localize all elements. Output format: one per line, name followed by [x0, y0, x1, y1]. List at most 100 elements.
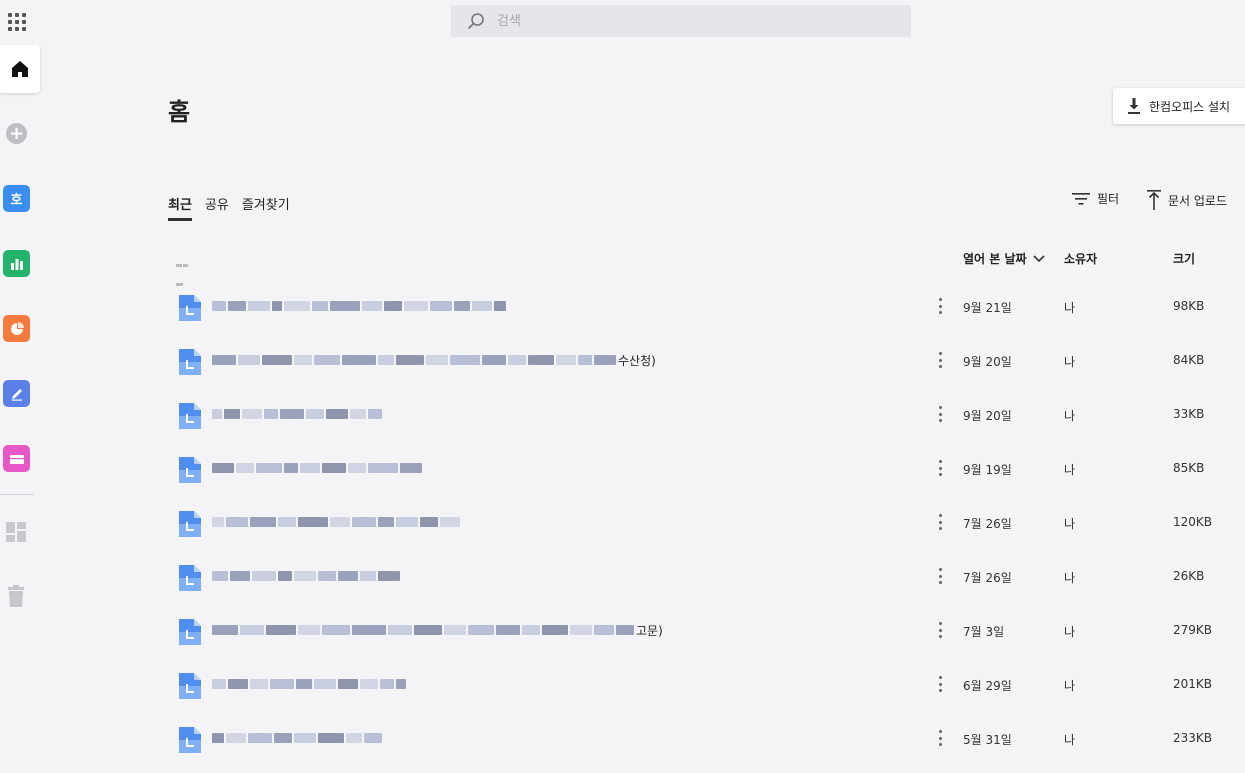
tab-favorites[interactable]: 즐겨찾기: [242, 194, 290, 219]
owner: 나: [1064, 679, 1076, 693]
new-document-icon[interactable]: +: [6, 123, 27, 144]
file-name[interactable]: 고문): [212, 615, 663, 645]
dashboard-icon[interactable]: [5, 521, 27, 543]
hanword-icon[interactable]: 호: [3, 185, 30, 212]
opened-date: 9월 20일: [963, 355, 1012, 369]
file-name[interactable]: [212, 291, 508, 321]
more-options-icon[interactable]: [936, 676, 944, 692]
hwp-document-icon: [179, 619, 201, 645]
opened-date-column-header[interactable]: 열어 본 날짜: [963, 250, 1045, 267]
page-title: 홈: [168, 98, 191, 126]
file-row[interactable]: 9월 20일 나 33KB: [168, 399, 1238, 453]
filter-button[interactable]: 필터: [1072, 190, 1119, 207]
search-bar[interactable]: [451, 5, 911, 37]
opened-date: 7월 26일: [963, 517, 1012, 531]
opened-date-label: 열어 본 날짜: [963, 252, 1027, 266]
file-row[interactable]: 6월 29일 나 201KB: [168, 669, 1238, 723]
file-row[interactable]: 7월 26일 나 120KB: [168, 507, 1238, 561]
more-options-icon[interactable]: [936, 568, 944, 584]
trash-icon[interactable]: [7, 585, 25, 607]
document-tabs: 최근 공유 즐겨찾기: [168, 194, 290, 221]
opened-date: 9월 20일: [963, 409, 1012, 423]
owner: 나: [1064, 355, 1076, 369]
hanshow-icon[interactable]: [3, 315, 30, 342]
hwp-document-icon: [179, 511, 201, 537]
download-icon: [1128, 98, 1140, 114]
hwp-document-icon: [179, 727, 201, 753]
file-row[interactable]: 고문) 7월 3일 나 279KB: [168, 615, 1238, 669]
owner: 나: [1064, 733, 1076, 747]
opened-date: 7월 3일: [963, 625, 1005, 639]
rail-divider: [0, 494, 34, 495]
file-name-suffix: 고문): [636, 623, 663, 638]
filter-icon: [1072, 192, 1090, 205]
file-size: 84KB: [1173, 353, 1205, 367]
file-size: 233KB: [1173, 731, 1213, 745]
upload-document-button[interactable]: 문서 업로드: [1147, 190, 1227, 210]
file-row[interactable]: 9월 19일 나 85KB: [168, 453, 1238, 507]
file-name[interactable]: 수산청): [212, 345, 656, 375]
owner: 나: [1064, 301, 1076, 315]
file-name[interactable]: [212, 561, 402, 591]
file-name[interactable]: [212, 507, 462, 537]
file-size: 98KB: [1173, 299, 1205, 313]
upload-icon: [1147, 190, 1161, 210]
opened-date: 6월 29일: [963, 679, 1012, 693]
home-nav-button[interactable]: [0, 45, 40, 93]
more-options-icon[interactable]: [936, 298, 944, 314]
tab-shared[interactable]: 공유: [205, 194, 229, 219]
hwp-document-icon: [179, 457, 201, 483]
file-size: 201KB: [1173, 677, 1213, 691]
opened-date: 9월 19일: [963, 463, 1012, 477]
file-name[interactable]: [212, 399, 384, 429]
name-column-header[interactable]: [176, 252, 196, 286]
hancell-icon[interactable]: [3, 250, 30, 277]
hwp-document-icon: [179, 673, 201, 699]
upload-label: 문서 업로드: [1168, 193, 1228, 208]
file-size: 120KB: [1173, 515, 1213, 529]
hwp-document-icon: [179, 565, 201, 591]
file-size: 85KB: [1173, 461, 1205, 475]
hanbox-icon[interactable]: [3, 445, 30, 472]
search-input[interactable]: [497, 13, 877, 29]
more-options-icon[interactable]: [936, 460, 944, 476]
more-options-icon[interactable]: [936, 622, 944, 638]
file-size: 279KB: [1173, 623, 1213, 637]
app-grid-icon[interactable]: [8, 13, 26, 31]
more-options-icon[interactable]: [936, 730, 944, 746]
owner-column-header[interactable]: 소유자: [1064, 250, 1097, 267]
more-options-icon[interactable]: [936, 514, 944, 530]
owner: 나: [1064, 463, 1076, 477]
owner: 나: [1064, 409, 1076, 423]
file-row[interactable]: 5월 31일 나 233KB: [168, 723, 1238, 773]
hwp-document-icon: [179, 295, 201, 321]
hwp-document-icon: [179, 349, 201, 375]
file-name[interactable]: [212, 669, 408, 699]
owner: 나: [1064, 571, 1076, 585]
file-row[interactable]: 수산청) 9월 20일 나 84KB: [168, 345, 1238, 399]
opened-date: 9월 21일: [963, 301, 1012, 315]
more-options-icon[interactable]: [936, 406, 944, 422]
file-row[interactable]: 7월 26일 나 26KB: [168, 561, 1238, 615]
file-size: 26KB: [1173, 569, 1205, 583]
chevron-down-icon: [1032, 254, 1045, 262]
file-row[interactable]: 9월 21일 나 98KB: [168, 291, 1238, 345]
size-column-header[interactable]: 크기: [1173, 250, 1195, 267]
file-name-suffix: 수산청): [618, 353, 656, 368]
opened-date: 7월 26일: [963, 571, 1012, 585]
opened-date: 5월 31일: [963, 733, 1012, 747]
owner: 나: [1064, 517, 1076, 531]
hanwrite-icon[interactable]: [3, 380, 30, 407]
left-rail: + 호: [0, 0, 40, 773]
home-icon: [12, 61, 28, 77]
file-name[interactable]: [212, 453, 424, 483]
install-hancom-office-button[interactable]: 한컴오피스 설치: [1113, 88, 1245, 124]
filter-label: 필터: [1097, 192, 1120, 206]
more-options-icon[interactable]: [936, 352, 944, 368]
hwp-document-icon: [179, 403, 201, 429]
install-button-label: 한컴오피스 설치: [1149, 99, 1231, 114]
tab-recent[interactable]: 최근: [168, 194, 192, 221]
file-size: 33KB: [1173, 407, 1205, 421]
file-name[interactable]: [212, 723, 384, 753]
search-icon: [467, 13, 484, 30]
